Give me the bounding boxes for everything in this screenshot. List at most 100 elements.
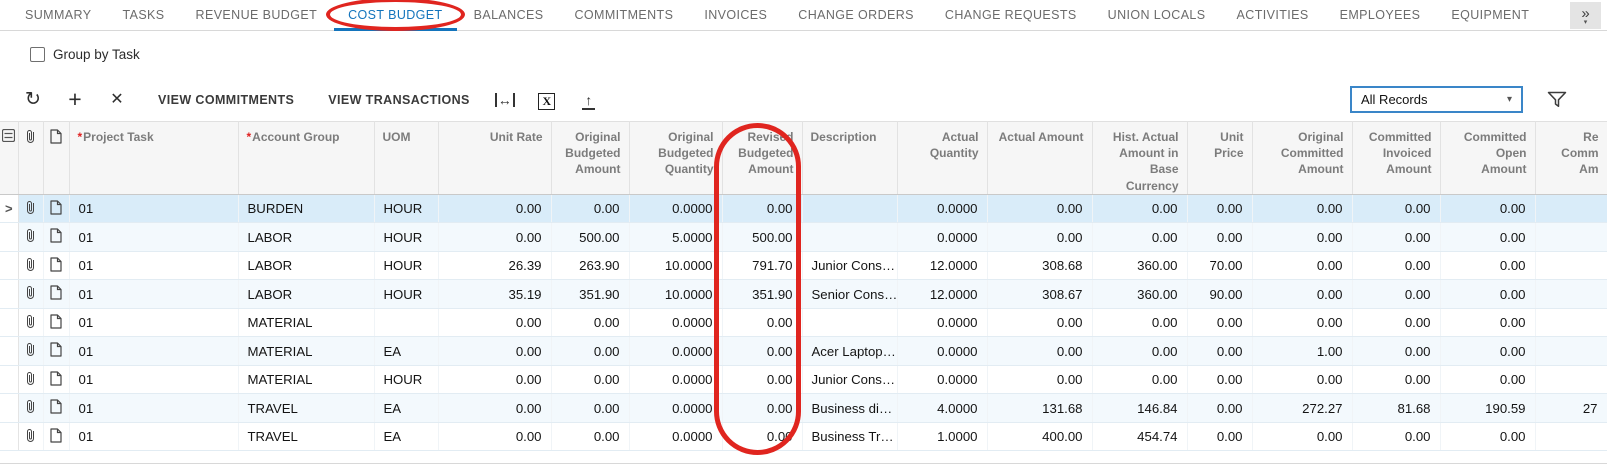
tab-commitments[interactable]: COMMITMENTS bbox=[575, 0, 674, 30]
cell-orig-budgeted-quantity[interactable]: 10.0000 bbox=[629, 251, 722, 280]
row-note-button[interactable] bbox=[43, 194, 69, 223]
cell-committed-open-amount[interactable]: 0.00 bbox=[1440, 365, 1535, 394]
cell-orig-committed-amount[interactable]: 0.00 bbox=[1252, 223, 1352, 252]
cell-revised-budgeted-amount[interactable]: 351.90 bbox=[722, 280, 802, 309]
cell-unit-rate[interactable]: 0.00 bbox=[438, 223, 551, 252]
cell-actual-quantity[interactable]: 12.0000 bbox=[897, 280, 987, 309]
cell-actual-quantity[interactable]: 0.0000 bbox=[897, 365, 987, 394]
cell-description[interactable]: Junior Cons… bbox=[802, 251, 897, 280]
tab-change-orders[interactable]: CHANGE ORDERS bbox=[798, 0, 914, 30]
cell-orig-budgeted-quantity[interactable]: 0.0000 bbox=[629, 308, 722, 337]
cell-committed-invoiced-amount[interactable]: 0.00 bbox=[1352, 280, 1440, 309]
cell-actual-amount[interactable]: 0.00 bbox=[987, 308, 1092, 337]
upload-button[interactable]: ↑ bbox=[568, 90, 610, 110]
cell-description[interactable] bbox=[802, 223, 897, 252]
cell-committed-invoiced-amount[interactable]: 0.00 bbox=[1352, 308, 1440, 337]
cell-committed-open-amount[interactable]: 190.59 bbox=[1440, 394, 1535, 423]
cell-account-group[interactable]: LABOR bbox=[238, 251, 374, 280]
cell-orig-budgeted-quantity[interactable]: 10.0000 bbox=[629, 280, 722, 309]
row-attachment-button[interactable] bbox=[18, 223, 43, 252]
cell-orig-budgeted-quantity[interactable]: 0.0000 bbox=[629, 337, 722, 366]
cell-description[interactable]: Acer Laptop… bbox=[802, 337, 897, 366]
cell-project-task[interactable]: 01 bbox=[69, 337, 238, 366]
column-header-actual-amount[interactable]: Actual Amount bbox=[987, 122, 1092, 195]
cell-unit-price[interactable]: 0.00 bbox=[1187, 223, 1252, 252]
cell-unit-rate[interactable]: 0.00 bbox=[438, 194, 551, 223]
column-header-orig-committed-amount[interactable]: Original Committed Amount bbox=[1252, 122, 1352, 195]
cell-uom[interactable]: EA bbox=[374, 394, 438, 423]
cell-unit-price[interactable]: 90.00 bbox=[1187, 280, 1252, 309]
cell-account-group[interactable]: MATERIAL bbox=[238, 337, 374, 366]
cell-committed-invoiced-amount[interactable]: 0.00 bbox=[1352, 422, 1440, 451]
cell-actual-quantity[interactable]: 0.0000 bbox=[897, 337, 987, 366]
cell-committed-open-amount[interactable]: 0.00 bbox=[1440, 308, 1535, 337]
cell-revised-budgeted-amount[interactable]: 0.00 bbox=[722, 365, 802, 394]
row-selector-cell[interactable] bbox=[0, 308, 18, 337]
cell-revised-budgeted-amount[interactable]: 500.00 bbox=[722, 223, 802, 252]
row-note-button[interactable] bbox=[43, 308, 69, 337]
cell-orig-budgeted-quantity[interactable]: 0.0000 bbox=[629, 422, 722, 451]
cell-orig-committed-amount[interactable]: 272.27 bbox=[1252, 394, 1352, 423]
cell-actual-amount[interactable]: 308.67 bbox=[987, 280, 1092, 309]
cell-committed-invoiced-amount[interactable]: 81.68 bbox=[1352, 394, 1440, 423]
cell-project-task[interactable]: 01 bbox=[69, 280, 238, 309]
row-selector-cell[interactable] bbox=[0, 422, 18, 451]
group-by-task-checkbox[interactable] bbox=[30, 47, 45, 62]
cell-committed-open-amount[interactable]: 0.00 bbox=[1440, 280, 1535, 309]
cell-hist-actual-amount-base[interactable]: 0.00 bbox=[1092, 337, 1187, 366]
row-selector-cell[interactable] bbox=[0, 394, 18, 423]
tab-cost-budget[interactable]: COST BUDGET bbox=[348, 0, 442, 30]
cell-description[interactable]: Junior Cons… bbox=[802, 365, 897, 394]
tab-activities[interactable]: ACTIVITIES bbox=[1237, 0, 1309, 30]
cell-project-task[interactable]: 01 bbox=[69, 308, 238, 337]
row-selector-cell[interactable]: > bbox=[0, 194, 18, 223]
cell-unit-rate[interactable]: 0.00 bbox=[438, 365, 551, 394]
cell-unit-rate[interactable]: 0.00 bbox=[438, 422, 551, 451]
cell-orig-committed-amount[interactable]: 0.00 bbox=[1252, 194, 1352, 223]
cell-orig-committed-amount[interactable]: 0.00 bbox=[1252, 365, 1352, 394]
cell-orig-budgeted-quantity[interactable]: 5.0000 bbox=[629, 223, 722, 252]
cell-orig-budgeted-amount[interactable]: 0.00 bbox=[551, 394, 629, 423]
column-header-actual-quantity[interactable]: Actual Quantity bbox=[897, 122, 987, 195]
cell-description[interactable]: Business di… bbox=[802, 394, 897, 423]
cell-account-group[interactable]: MATERIAL bbox=[238, 308, 374, 337]
row-selector-cell[interactable] bbox=[0, 223, 18, 252]
cell-orig-committed-amount[interactable]: 0.00 bbox=[1252, 280, 1352, 309]
view-commitments-button[interactable]: VIEW COMMITMENTS bbox=[144, 93, 308, 107]
cell-unit-price[interactable]: 0.00 bbox=[1187, 337, 1252, 366]
column-header-committed-open-amount[interactable]: Committed Open Amount bbox=[1440, 122, 1535, 195]
cell-unit-price[interactable]: 0.00 bbox=[1187, 422, 1252, 451]
row-selector-cell[interactable] bbox=[0, 337, 18, 366]
cell-revised-budgeted-amount[interactable]: 0.00 bbox=[722, 394, 802, 423]
row-attachment-button[interactable] bbox=[18, 365, 43, 394]
cell-revised-budgeted-amount[interactable]: 791.70 bbox=[722, 251, 802, 280]
filter-settings-button[interactable] bbox=[1547, 91, 1567, 108]
cell-committed-invoiced-amount[interactable]: 0.00 bbox=[1352, 223, 1440, 252]
cell-unit-price[interactable]: 0.00 bbox=[1187, 308, 1252, 337]
cell-project-task[interactable]: 01 bbox=[69, 365, 238, 394]
column-header-uom[interactable]: UOM bbox=[374, 122, 438, 195]
cell-actual-quantity[interactable]: 0.0000 bbox=[897, 194, 987, 223]
cell-committed-invoiced-amount[interactable]: 0.00 bbox=[1352, 337, 1440, 366]
cell-uom[interactable]: HOUR bbox=[374, 365, 438, 394]
cell-account-group[interactable]: LABOR bbox=[238, 223, 374, 252]
export-to-excel-button[interactable]: X bbox=[526, 90, 568, 110]
column-header-revised-budgeted-amount[interactable]: Revised Budgeted Amount bbox=[722, 122, 802, 195]
notes-column-header[interactable] bbox=[43, 122, 69, 195]
cell-unit-price[interactable]: 0.00 bbox=[1187, 194, 1252, 223]
cell-revised-committed-amount[interactable] bbox=[1535, 194, 1607, 223]
cell-actual-quantity[interactable]: 1.0000 bbox=[897, 422, 987, 451]
add-row-button[interactable]: + bbox=[54, 88, 96, 111]
cell-orig-budgeted-amount[interactable]: 351.90 bbox=[551, 280, 629, 309]
cell-orig-budgeted-amount[interactable]: 0.00 bbox=[551, 308, 629, 337]
cell-uom[interactable]: HOUR bbox=[374, 194, 438, 223]
tab-union-locals[interactable]: UNION LOCALS bbox=[1108, 0, 1206, 30]
cell-orig-budgeted-amount[interactable]: 0.00 bbox=[551, 194, 629, 223]
cell-committed-open-amount[interactable]: 0.00 bbox=[1440, 251, 1535, 280]
row-selector-cell[interactable] bbox=[0, 251, 18, 280]
cell-hist-actual-amount-base[interactable]: 360.00 bbox=[1092, 280, 1187, 309]
tab-balances[interactable]: BALANCES bbox=[474, 0, 544, 30]
cell-uom[interactable]: HOUR bbox=[374, 251, 438, 280]
cell-committed-open-amount[interactable]: 0.00 bbox=[1440, 223, 1535, 252]
cell-committed-invoiced-amount[interactable]: 0.00 bbox=[1352, 194, 1440, 223]
